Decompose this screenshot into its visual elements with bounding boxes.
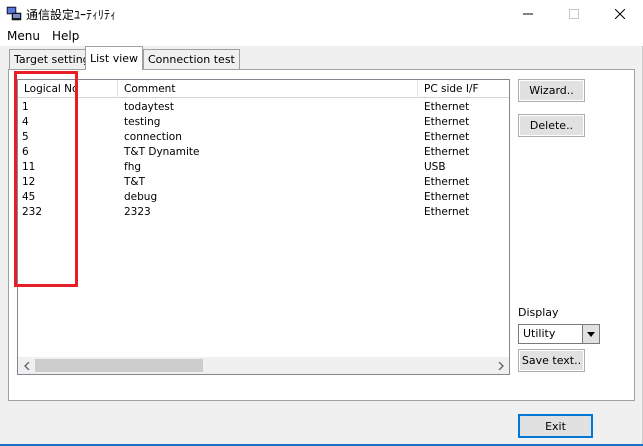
cell-pc-side-if: Ethernet (424, 146, 470, 158)
cell-comment: fhg (124, 161, 142, 173)
maximize-icon (569, 9, 579, 19)
cell-comment: testing (124, 116, 161, 128)
save-text-button[interactable]: Save text.. (518, 349, 585, 372)
tab-list-view[interactable]: List view (85, 46, 144, 70)
delete-button[interactable]: Delete.. (518, 114, 585, 137)
table-row[interactable]: 232 2323 Ethernet (18, 205, 509, 220)
cell-logical-no: 232 (22, 206, 43, 218)
cell-pc-side-if: Ethernet (424, 206, 470, 218)
cell-pc-side-if: Ethernet (424, 116, 470, 128)
table-row[interactable]: 12 T&T Ethernet (18, 175, 509, 190)
scroll-right-button[interactable] (492, 357, 509, 374)
cell-comment: 2323 (124, 206, 151, 218)
close-icon (615, 9, 625, 19)
menu-item-help[interactable]: Help (52, 29, 79, 43)
display-label: Display (518, 306, 559, 319)
cell-pc-side-if: USB (424, 161, 446, 173)
window-title: 通信設定ﾕｰﾃｨﾘﾃｨ (26, 8, 117, 22)
table-row[interactable]: 11 fhg USB (18, 160, 509, 175)
display-select[interactable]: Utility (518, 324, 600, 344)
display-dropdown-button[interactable] (582, 325, 599, 343)
table-row[interactable]: 4 testing Ethernet (18, 115, 509, 130)
table-row[interactable]: 5 connection Ethernet (18, 130, 509, 145)
cell-logical-no: 5 (22, 131, 29, 143)
cell-comment: todaytest (124, 101, 175, 113)
table-row[interactable]: 45 debug Ethernet (18, 190, 509, 205)
cell-logical-no: 12 (22, 176, 36, 188)
horizontal-scrollbar[interactable] (18, 357, 509, 374)
title-bar: 通信設定ﾕｰﾃｨﾘﾃｨ (0, 0, 643, 28)
app-icon (6, 6, 22, 21)
close-button[interactable] (597, 0, 643, 28)
column-header-logical-no[interactable]: Logical No (18, 80, 118, 98)
cell-comment: T&T Dynamite (124, 146, 200, 158)
cell-logical-no: 1 (22, 101, 29, 113)
logical-list-view[interactable]: Logical No Comment PC side I/F 1 todayte… (17, 79, 510, 375)
minimize-button[interactable] (505, 0, 551, 28)
cell-pc-side-if: Ethernet (424, 101, 470, 113)
tab-target-setting[interactable]: Target setting (9, 49, 95, 69)
column-header-pc-side-if[interactable]: PC side I/F (418, 80, 509, 98)
cell-comment: T&T (124, 176, 146, 188)
cell-logical-no: 45 (22, 191, 36, 203)
scroll-left-button[interactable] (18, 357, 35, 374)
chevron-right-icon (498, 361, 504, 370)
cell-comment: connection (124, 131, 182, 143)
chevron-down-icon (587, 331, 595, 337)
column-header-comment[interactable]: Comment (118, 80, 418, 98)
chevron-left-icon (23, 361, 29, 370)
app-window: 通信設定ﾕｰﾃｨﾘﾃｨ Menu Help Target setting Lis… (0, 0, 643, 446)
table-row[interactable]: 1 todaytest Ethernet (18, 100, 509, 115)
list-header: Logical No Comment PC side I/F (18, 80, 509, 98)
cell-logical-no: 4 (22, 116, 29, 128)
cell-pc-side-if: Ethernet (424, 131, 470, 143)
cell-pc-side-if: Ethernet (424, 191, 470, 203)
maximize-button[interactable] (551, 0, 597, 28)
display-selected-value: Utility (523, 327, 556, 340)
table-row[interactable]: 6 T&T Dynamite Ethernet (18, 145, 509, 160)
menu-bar: Menu Help (0, 28, 643, 46)
cell-logical-no: 6 (22, 146, 29, 158)
cell-pc-side-if: Ethernet (424, 176, 470, 188)
cell-comment: debug (124, 191, 158, 203)
menu-item-menu[interactable]: Menu (7, 29, 40, 43)
cell-logical-no: 11 (22, 161, 36, 173)
exit-button[interactable]: Exit (518, 414, 593, 438)
wizard-button[interactable]: Wizard.. (518, 79, 585, 102)
tab-connection-test[interactable]: Connection test (143, 49, 240, 69)
minimize-icon (523, 13, 533, 15)
scrollbar-thumb[interactable] (35, 359, 203, 372)
